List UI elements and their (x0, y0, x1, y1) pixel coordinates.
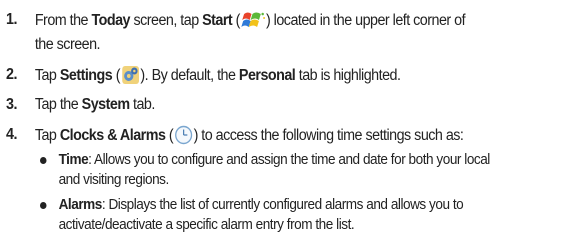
step-text: Tap Clocks & Alarms ( ) to access the fo… (35, 125, 464, 151)
step-number: 3. (6, 96, 17, 113)
text-segment: : Allows you to configure and assign the… (88, 152, 490, 168)
personal-label: Personal (238, 67, 296, 84)
start-label: Start (202, 12, 233, 29)
text-segment: Tap (34, 67, 60, 84)
text-segment: ( (165, 127, 174, 144)
clock-icon (174, 125, 193, 151)
bullet-dot (40, 157, 47, 164)
step-text: Tap the System tab. (34, 95, 156, 115)
text-segment: ( (112, 67, 121, 84)
bullet-text: Alarms: Displays the list of currently c… (59, 195, 464, 215)
windows-start-flag-icon (240, 10, 265, 36)
bullet-dot (40, 202, 47, 209)
system-label: System (81, 96, 130, 113)
step-text: From the Today screen, tap Start ( ) loc… (34, 10, 466, 36)
step-text: Tap Settings ( ). By default, the Person… (35, 65, 401, 91)
bullet-text: activate/deactivate a specific alarm ent… (58, 217, 355, 233)
text-segment: : Displays the list of currently configu… (101, 197, 464, 213)
settings-label: Settings (59, 67, 113, 84)
step-number: 2. (6, 66, 17, 83)
settings-gears-icon (121, 65, 140, 91)
text-segment: tab is highlighted. (295, 67, 401, 84)
step-number: 4. (6, 126, 17, 143)
text-segment: ) located in the upper left corner of (265, 12, 466, 29)
text-segment: ). By default, the (140, 67, 239, 84)
text-segment: screen, tap (130, 12, 203, 29)
step-text: the screen. (34, 36, 101, 53)
alarms-term: Alarms (58, 197, 103, 213)
text-segment: From the (34, 12, 92, 29)
time-term: Time (58, 152, 89, 168)
clocks-alarms-label: Clocks & Alarms (59, 127, 166, 144)
text-segment: Tap the (34, 96, 82, 113)
text-segment: ( (232, 12, 241, 29)
text-segment: tab. (129, 96, 155, 113)
bullet-text: and visiting regions. (58, 172, 170, 188)
bullet-text: Time: Allows you to configure and assign… (58, 150, 491, 170)
step-number: 1. (6, 11, 17, 28)
text-segment: Tap (34, 127, 60, 144)
today-label: Today (91, 12, 131, 29)
text-segment: ) to access the following time settings … (193, 127, 464, 144)
